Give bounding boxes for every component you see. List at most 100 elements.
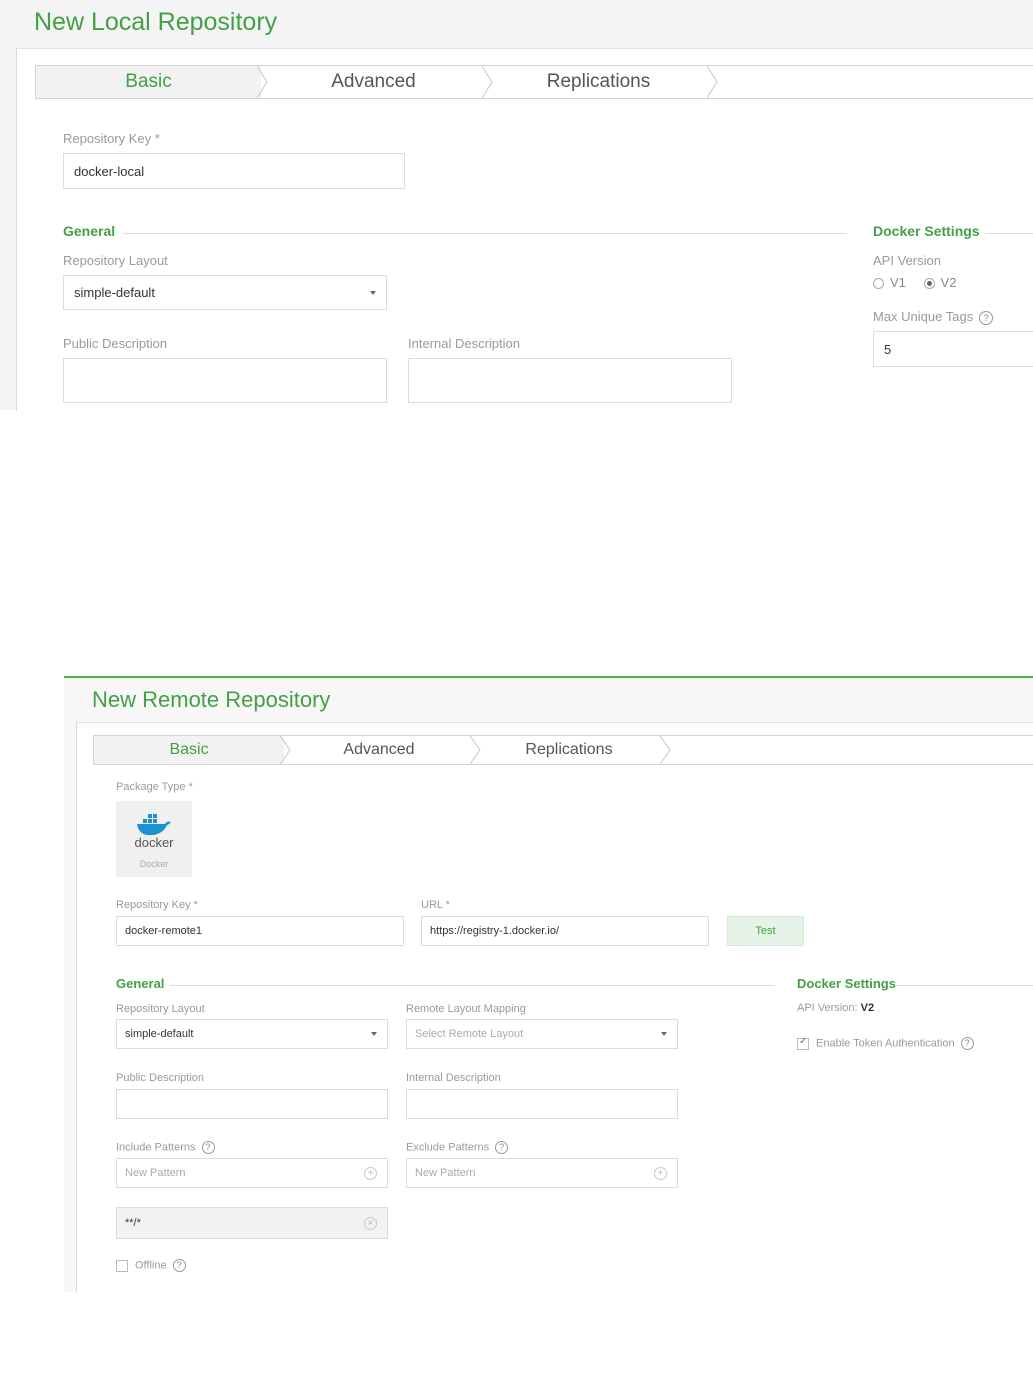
label-text: Max Unique Tags	[873, 309, 974, 324]
repository-key-label: Repository Key *	[63, 131, 160, 146]
radio-label: V1	[890, 275, 906, 290]
help-icon[interactable]: ?	[201, 1141, 215, 1154]
general-section-heading: General	[116, 976, 165, 991]
api-version-readout: API Version: V2	[797, 1002, 874, 1014]
add-circle-icon[interactable]: +	[364, 1167, 377, 1180]
form-card: Basic Advanced Replications Package Type…	[76, 722, 1033, 1293]
checkbox-checked-icon[interactable]	[797, 1036, 809, 1050]
public-description-input[interactable]	[116, 1089, 388, 1119]
checkbox-icon[interactable]	[116, 1259, 128, 1272]
include-pattern-item: **/* ×	[116, 1207, 388, 1239]
page-title: New Remote Repository	[92, 687, 331, 712]
offline-checkbox-row[interactable]: Offline?	[116, 1259, 186, 1272]
select-value: simple-default	[74, 285, 155, 300]
test-button[interactable]: Test	[727, 916, 804, 946]
url-label: URL *	[421, 899, 450, 911]
internal-description-input[interactable]	[408, 358, 732, 403]
exclude-patterns-label: Exclude Patterns?	[406, 1141, 509, 1154]
help-icon[interactable]: ?	[495, 1141, 509, 1154]
internal-description-label: Internal Description	[406, 1072, 501, 1084]
add-circle-icon[interactable]: +	[654, 1167, 667, 1180]
public-description-label: Public Description	[63, 336, 168, 351]
help-icon[interactable]: ?	[979, 310, 994, 325]
repository-layout-label: Repository Layout	[116, 1003, 205, 1015]
wizard-tabs: Basic Advanced Replications	[35, 65, 1033, 99]
tab-label: Replications	[525, 741, 613, 758]
chevron-down-icon	[371, 1032, 377, 1036]
tab-replications[interactable]: Replications	[474, 736, 671, 764]
input-placeholder: New Pattern	[415, 1167, 476, 1179]
api-version-label: API Version	[873, 253, 941, 268]
remove-circle-icon[interactable]: ×	[364, 1217, 377, 1230]
wizard-tabs: Basic Advanced Replications	[93, 735, 1033, 765]
page-title: New Local Repository	[34, 8, 278, 36]
input-placeholder: New Pattern	[125, 1167, 186, 1179]
url-input[interactable]: https://registry-1.docker.io/	[421, 916, 709, 946]
include-patterns-label: Include Patterns?	[116, 1141, 215, 1154]
token-auth-checkbox-row[interactable]: Enable Token Authentication?	[797, 1036, 974, 1050]
docker-whale-icon	[137, 814, 171, 836]
package-type-name: Docker	[139, 859, 169, 869]
tab-chevron-icon	[660, 736, 671, 764]
repository-layout-select[interactable]: simple-default	[63, 275, 387, 310]
pattern-text: **/*	[125, 1217, 141, 1229]
section-divider	[123, 233, 847, 234]
public-description-input[interactable]	[63, 358, 387, 403]
radio-circle-icon	[873, 278, 884, 290]
api-version-value: V2	[860, 1002, 875, 1014]
docker-settings-heading: Docker Settings	[873, 223, 980, 239]
package-type-docker-tile[interactable]: docker Docker	[116, 801, 192, 877]
api-version-label: API Version:	[797, 1002, 858, 1014]
tab-replications[interactable]: Replications	[486, 66, 718, 98]
label-text: Include Patterns	[116, 1141, 196, 1154]
select-placeholder: Select Remote Layout	[415, 1028, 524, 1040]
radio-selected-icon	[923, 278, 935, 290]
max-unique-tags-input[interactable]: 5	[873, 331, 1033, 367]
tab-basic[interactable]: Basic	[94, 736, 291, 764]
form-card: Basic Advanced Replications Repository K…	[16, 48, 1033, 411]
internal-description-input[interactable]	[406, 1089, 678, 1119]
select-value: simple-default	[125, 1028, 194, 1040]
remote-layout-mapping-select[interactable]: Select Remote Layout	[406, 1019, 678, 1049]
section-divider	[170, 985, 775, 986]
tab-advanced[interactable]: Advanced	[261, 66, 493, 98]
checkbox-label: Offline	[135, 1259, 167, 1272]
label-text: Exclude Patterns	[406, 1141, 490, 1154]
exclude-pattern-input[interactable]: New Pattern +	[406, 1158, 678, 1188]
general-section-heading: General	[63, 223, 116, 239]
docker-logo-text: docker	[134, 835, 174, 850]
repository-key-label: Repository Key *	[116, 899, 198, 911]
include-pattern-input[interactable]: New Pattern +	[116, 1158, 388, 1188]
help-icon[interactable]: ?	[172, 1259, 186, 1272]
tab-basic[interactable]: Basic	[36, 66, 268, 98]
repository-key-input[interactable]: docker-remote1	[116, 916, 404, 946]
radio-v1[interactable]: V1	[873, 275, 906, 290]
tab-label: Basic	[169, 741, 209, 758]
api-version-radio-group: V1 V2	[873, 275, 956, 290]
tab-label: Basic	[125, 71, 172, 92]
help-icon[interactable]: ?	[960, 1037, 974, 1050]
section-divider	[895, 985, 1033, 986]
section-divider	[985, 233, 1033, 234]
new-remote-repository-panel: New Remote Repository Basic Advanced Rep…	[64, 676, 1033, 1293]
new-local-repository-panel: New Local Repository Basic Advanced Repl…	[0, 0, 1033, 411]
checkbox-label: Enable Token Authentication	[816, 1037, 955, 1050]
repository-key-input[interactable]: docker-local	[63, 153, 405, 189]
max-unique-tags-label: Max Unique Tags?	[873, 309, 994, 325]
tab-label: Advanced	[331, 71, 416, 92]
internal-description-label: Internal Description	[408, 336, 520, 351]
chevron-down-icon	[661, 1032, 667, 1036]
docker-settings-heading: Docker Settings	[797, 976, 896, 991]
tab-label: Replications	[546, 71, 651, 92]
tab-advanced[interactable]: Advanced	[284, 736, 481, 764]
chevron-down-icon	[370, 290, 376, 295]
repository-layout-select[interactable]: simple-default	[116, 1019, 388, 1049]
tab-label: Advanced	[343, 741, 415, 758]
radio-label: V2	[940, 275, 957, 290]
public-description-label: Public Description	[116, 1072, 205, 1084]
package-type-label: Package Type *	[116, 781, 193, 793]
remote-layout-mapping-label: Remote Layout Mapping	[406, 1003, 526, 1015]
radio-v2[interactable]: V2	[923, 275, 957, 290]
repository-layout-label: Repository Layout	[63, 253, 168, 268]
tab-chevron-icon	[707, 66, 718, 98]
